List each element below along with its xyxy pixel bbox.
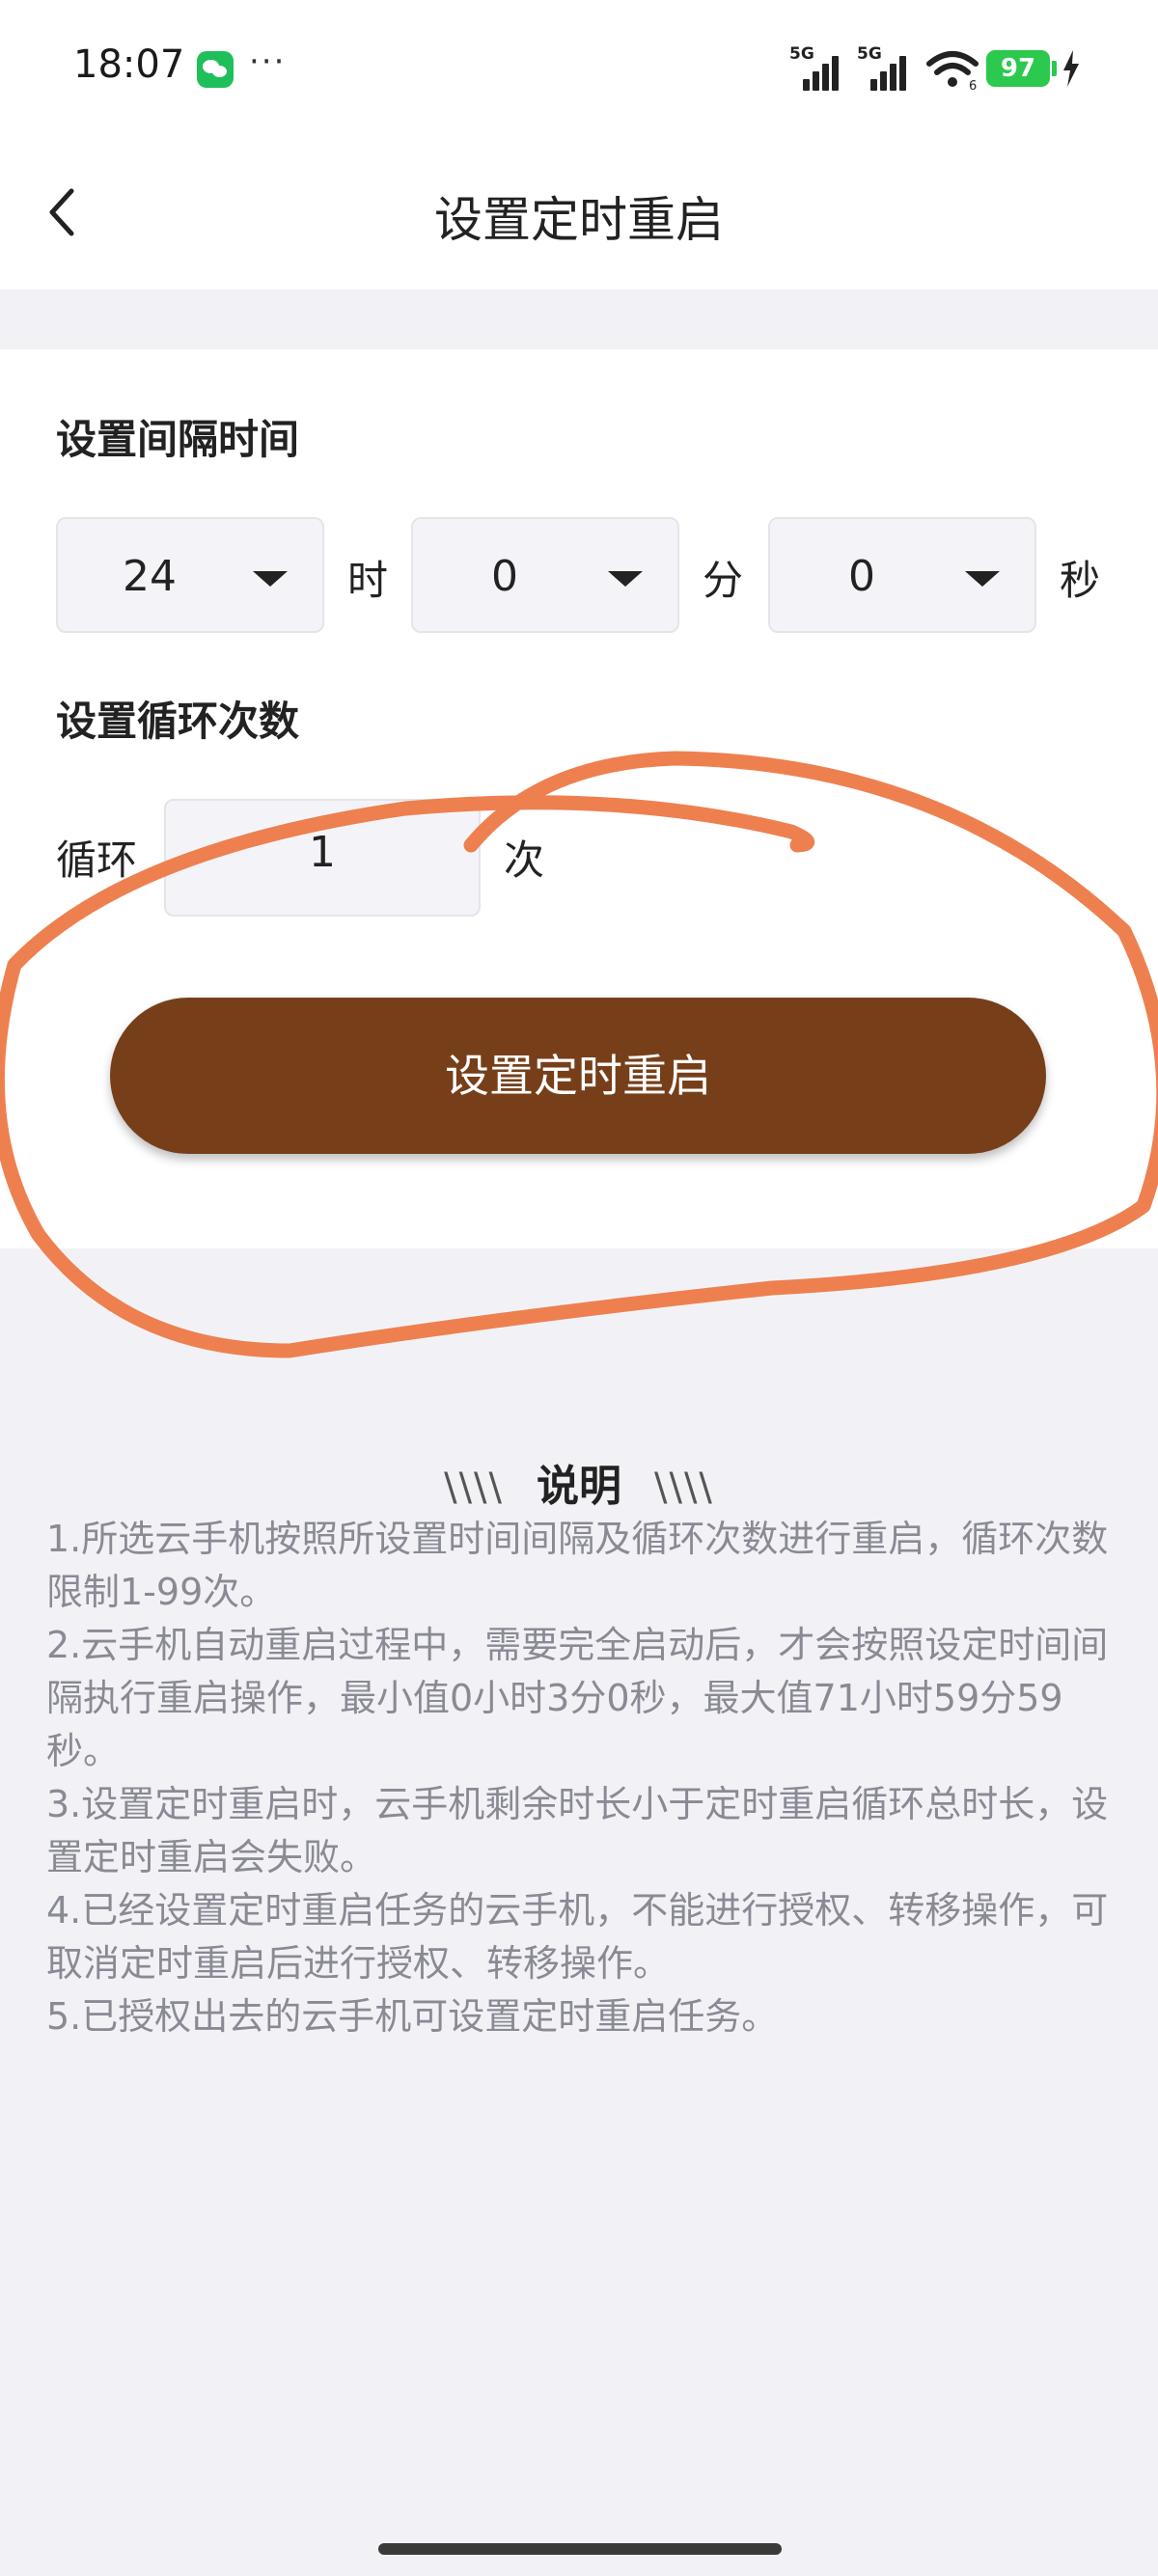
minutes-dropdown[interactable]: 0 [411, 517, 679, 633]
wechat-icon [197, 51, 234, 88]
notes-list: 1.所选云手机按照所设置时间间隔及循环次数进行重启，循环次数 限制1-99次。 … [46, 1513, 1137, 2043]
note-line: 4.已经设置定时重启任务的云手机，不能进行授权、转移操作，可 [46, 1889, 1109, 1932]
wifi-icon: 6 [926, 51, 979, 91]
interval-section-title: 设置间隔时间 [56, 416, 300, 463]
minutes-value: 0 [491, 552, 518, 601]
home-indicator[interactable] [378, 2543, 782, 2555]
loop-section-title: 设置循环次数 [56, 698, 300, 745]
nav-header: 设置定时重启 [0, 145, 1158, 289]
signal-label-2: 5G [857, 44, 882, 64]
battery-tip [1052, 61, 1057, 76]
loop-label: 循环 [56, 836, 138, 884]
note-line: 限制1-99次。 [46, 1571, 277, 1613]
status-bar: 18:07 ··· 5G 5G 6 97 [0, 0, 1158, 145]
signal-label: 5G [789, 44, 814, 64]
note-line: 置定时重启会失败。 [46, 1836, 377, 1878]
charging-icon [1063, 50, 1079, 87]
loop-count-input[interactable]: 1 [164, 799, 481, 917]
note-line: 5.已授权出去的云手机可设置定时重启任务。 [46, 1995, 779, 2038]
note-line: 取消定时重启后进行授权、转移操作。 [46, 1942, 671, 1985]
minutes-unit: 分 [703, 557, 744, 604]
chevron-down-icon [608, 571, 643, 587]
note-line: 3.设置定时重启时，云手机剩余时长小于定时重启循环总时长，设 [46, 1783, 1109, 1825]
loop-unit: 次 [504, 836, 545, 884]
timer-form-card: 设置间隔时间 24 时 0 分 0 秒 设置循环次数 循环 1 次 设置定时重启 [0, 349, 1158, 1248]
seconds-unit: 秒 [1060, 557, 1101, 604]
cell-signal-icon-2: 5G [857, 44, 915, 91]
hours-dropdown[interactable]: 24 [56, 517, 324, 633]
chevron-down-icon [965, 571, 1000, 587]
note-line: 秒。 [46, 1730, 121, 1772]
notes-heading: \\\\ 说明 \\\\ [0, 1451, 1158, 1513]
page: 18:07 ··· 5G 5G 6 97 设置定时重启 设置间隔时间 24 时 … [0, 0, 1158, 2576]
hours-unit: 时 [347, 557, 389, 604]
set-timed-restart-button[interactable]: 设置定时重启 [110, 998, 1046, 1154]
note-line: 2.云手机自动重启过程中，需要完全启动后，才会按照设定时间间 [46, 1624, 1109, 1666]
note-line: 隔执行重启操作，最小值0小时3分0秒，最大值71小时59分59 [46, 1677, 1063, 1719]
battery-icon: 97 [986, 50, 1050, 87]
cell-signal-icon: 5G [789, 44, 847, 91]
wifi-badge: 6 [969, 79, 977, 91]
hours-value: 24 [123, 552, 177, 601]
notes-heading-slashes-right: \\\\ [654, 1466, 714, 1510]
notes-heading-text: 说明 [537, 1462, 621, 1511]
seconds-dropdown[interactable]: 0 [768, 517, 1036, 633]
notes-heading-slashes-left: \\\\ [444, 1466, 504, 1510]
note-line: 1.所选云手机按照所设置时间间隔及循环次数进行重启，循环次数 [46, 1518, 1109, 1560]
page-title: 设置定时重启 [434, 192, 724, 248]
status-time: 18:07 [73, 42, 185, 87]
seconds-value: 0 [848, 552, 875, 601]
more-notifications-icon: ··· [249, 42, 287, 81]
chevron-down-icon [253, 571, 288, 587]
